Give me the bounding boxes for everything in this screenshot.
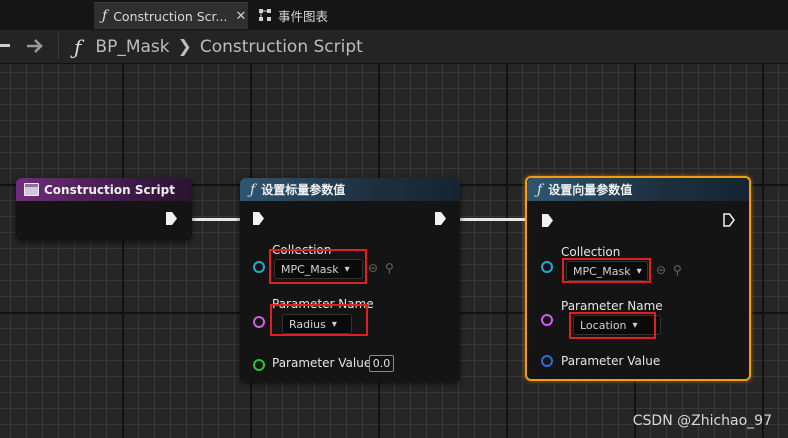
parameter-name-pin[interactable] [541,314,553,326]
function-icon: ƒ [250,181,256,198]
browse-asset-icon[interactable]: ⚲ [673,263,682,277]
node-title: Construction Script [44,182,175,197]
back-nav-icon[interactable] [0,44,10,47]
tab-event-graph[interactable]: 事件图表 [258,2,328,28]
parameter-value-label: Parameter Value [272,356,372,370]
exec-in-pin[interactable] [542,214,553,227]
breadcrumb-bar: ƒ BP_Mask ❯ Construction Script [0,30,788,64]
highlight-box [562,258,651,283]
parameter-value-pin[interactable] [253,359,265,371]
use-selected-asset-icon[interactable]: ⊖ [368,261,378,275]
node-title: 设置向量参数值 [548,183,633,197]
exec-out-pin[interactable] [723,213,735,227]
collection-pin[interactable] [541,261,553,273]
exec-out-pin[interactable] [166,212,177,225]
set-scalar-parameter-node[interactable]: ƒ 设置标量参数值 Collection MPC_Mask ▾ ⊖ ⚲ Para… [240,178,460,382]
set-vector-parameter-node[interactable]: ƒ 设置向量参数值 Collection MPC_Mask ▾ ⊖ ⚲ Para… [525,176,751,381]
breadcrumb-asset[interactable]: BP_Mask [95,37,169,57]
use-selected-asset-icon[interactable]: ⊖ [656,263,666,277]
node-header: ƒ 设置标量参数值 [240,178,460,201]
breadcrumb-separator-icon: ❯ [177,37,192,57]
highlight-box [269,249,367,284]
highlight-box [569,312,656,339]
node-header: ƒ 设置向量参数值 [527,178,749,201]
breadcrumb: ƒ BP_Mask ❯ Construction Script [74,35,363,59]
breadcrumb-graph[interactable]: Construction Script [200,37,363,57]
divider [58,33,59,59]
parameter-name-label: Parameter Name [561,299,663,313]
parameter-value-input[interactable]: 0.0 [369,355,394,372]
tab-construction-script[interactable]: ƒ Construction Scr... ✕ [94,2,248,29]
parameter-value-pin[interactable] [541,355,553,367]
tab-label: Construction Scr... [113,8,228,24]
function-icon: ƒ [102,8,108,24]
exec-out-pin[interactable] [435,212,446,225]
forward-arrow-icon[interactable] [25,37,45,55]
parameter-value-label: Parameter Value [561,354,661,368]
collection-pin[interactable] [253,261,265,273]
node-title: 设置标量参数值 [261,183,346,197]
browse-asset-icon[interactable]: ⚲ [385,261,394,275]
watermark: CSDN @Zhichao_97 [632,413,772,429]
event-graph-icon [259,9,271,21]
construction-script-icon [24,183,39,196]
node-header: Construction Script [16,178,192,201]
tab-label: 事件图表 [278,8,329,24]
construction-script-node[interactable]: Construction Script [16,178,192,240]
highlight-box [270,304,368,336]
exec-in-pin[interactable] [253,212,264,225]
tab-bar: ƒ Construction Scr... ✕ 事件图表 [0,0,788,30]
collection-label: Collection [561,245,621,259]
close-icon[interactable]: ✕ [235,9,246,24]
function-icon: ƒ [537,181,543,198]
parameter-name-pin[interactable] [253,316,265,328]
function-icon: ƒ [74,35,82,59]
